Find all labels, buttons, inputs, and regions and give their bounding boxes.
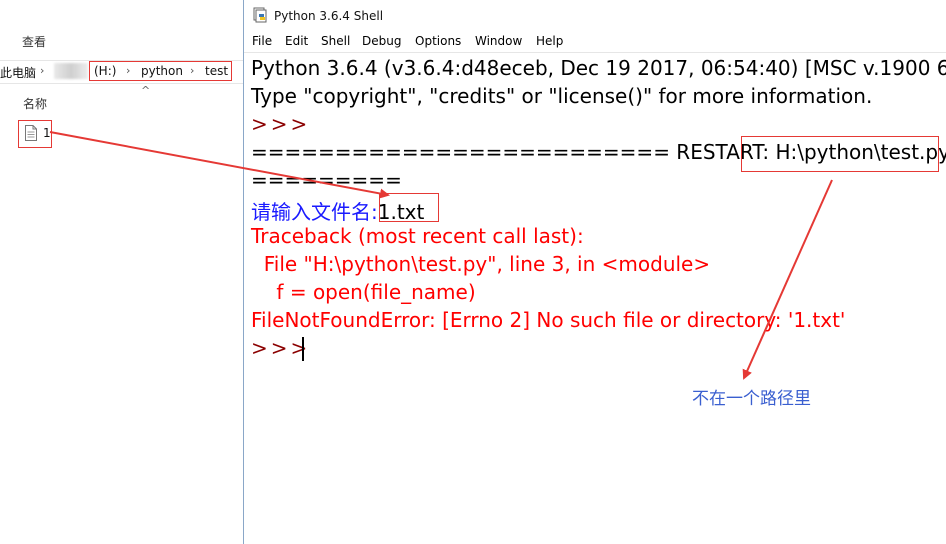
- menu-bar: File Edit Shell Debug Options Window Hel…: [244, 31, 946, 53]
- file-explorer-pane: 查看 此电脑 › (H:) › python › test ^ 名称 1: [0, 0, 243, 544]
- breadcrumb-this-pc[interactable]: 此电脑: [0, 64, 36, 81]
- annotation-note: 不在一个路径里: [692, 389, 811, 409]
- column-header-name[interactable]: 名称: [23, 95, 47, 112]
- highlight-box-input: [379, 193, 439, 222]
- chevron-right-icon: ›: [126, 64, 131, 77]
- input-prompt: 请输入文件名:: [251, 200, 378, 224]
- traceback-code-line: f = open(file_name): [251, 280, 476, 304]
- shell-text-area[interactable]: Python 3.6.4 (v3.6.4:d48eceb, Dec 19 201…: [244, 52, 946, 544]
- menu-window[interactable]: Window: [475, 34, 522, 48]
- file-name: 1: [43, 126, 51, 140]
- python-idle-icon: [253, 7, 267, 23]
- text-cursor: [302, 337, 304, 361]
- chevron-right-icon: ›: [40, 64, 45, 77]
- shell-prompt: >>>: [251, 112, 311, 136]
- menu-file[interactable]: File: [252, 34, 272, 48]
- address-bar[interactable]: 此电脑 › (H:) › python › test: [0, 60, 243, 84]
- view-tab[interactable]: 查看: [22, 33, 46, 50]
- chevron-right-icon: ›: [190, 64, 195, 77]
- info-line: Type "copyright", "credits" or "license(…: [251, 84, 873, 108]
- menu-edit[interactable]: Edit: [285, 34, 308, 48]
- breadcrumb-drive[interactable]: (H:): [94, 64, 116, 78]
- restart-line-continued: =========: [251, 168, 402, 192]
- menu-shell[interactable]: Shell: [321, 34, 350, 48]
- menu-help[interactable]: Help: [536, 34, 563, 48]
- menu-debug[interactable]: Debug: [362, 34, 401, 48]
- breadcrumb-python[interactable]: python: [141, 64, 183, 78]
- title-bar[interactable]: Python 3.6.4 Shell: [244, 0, 946, 31]
- text-file-icon: [25, 125, 37, 141]
- file-list-item[interactable]: 1: [18, 120, 52, 148]
- window-title: Python 3.6.4 Shell: [274, 9, 384, 23]
- highlight-box-script-path: [741, 136, 939, 172]
- traceback-header: Traceback (most recent call last):: [251, 224, 584, 248]
- traceback-file-line: File "H:\python\test.py", line 3, in <mo…: [251, 252, 711, 276]
- python-shell-window: Python 3.6.4 Shell File Edit Shell Debug…: [243, 0, 946, 544]
- blurred-drive-label: [54, 63, 88, 79]
- error-message: FileNotFoundError: [Errno 2] No such fil…: [251, 308, 846, 332]
- sort-up-icon: ^: [141, 84, 151, 97]
- restart-prefix: ========================= RESTART:: [251, 140, 776, 164]
- breadcrumb-test[interactable]: test: [205, 64, 228, 78]
- banner-line: Python 3.6.4 (v3.6.4:d48eceb, Dec 19 201…: [251, 56, 946, 80]
- menu-options[interactable]: Options: [415, 34, 461, 48]
